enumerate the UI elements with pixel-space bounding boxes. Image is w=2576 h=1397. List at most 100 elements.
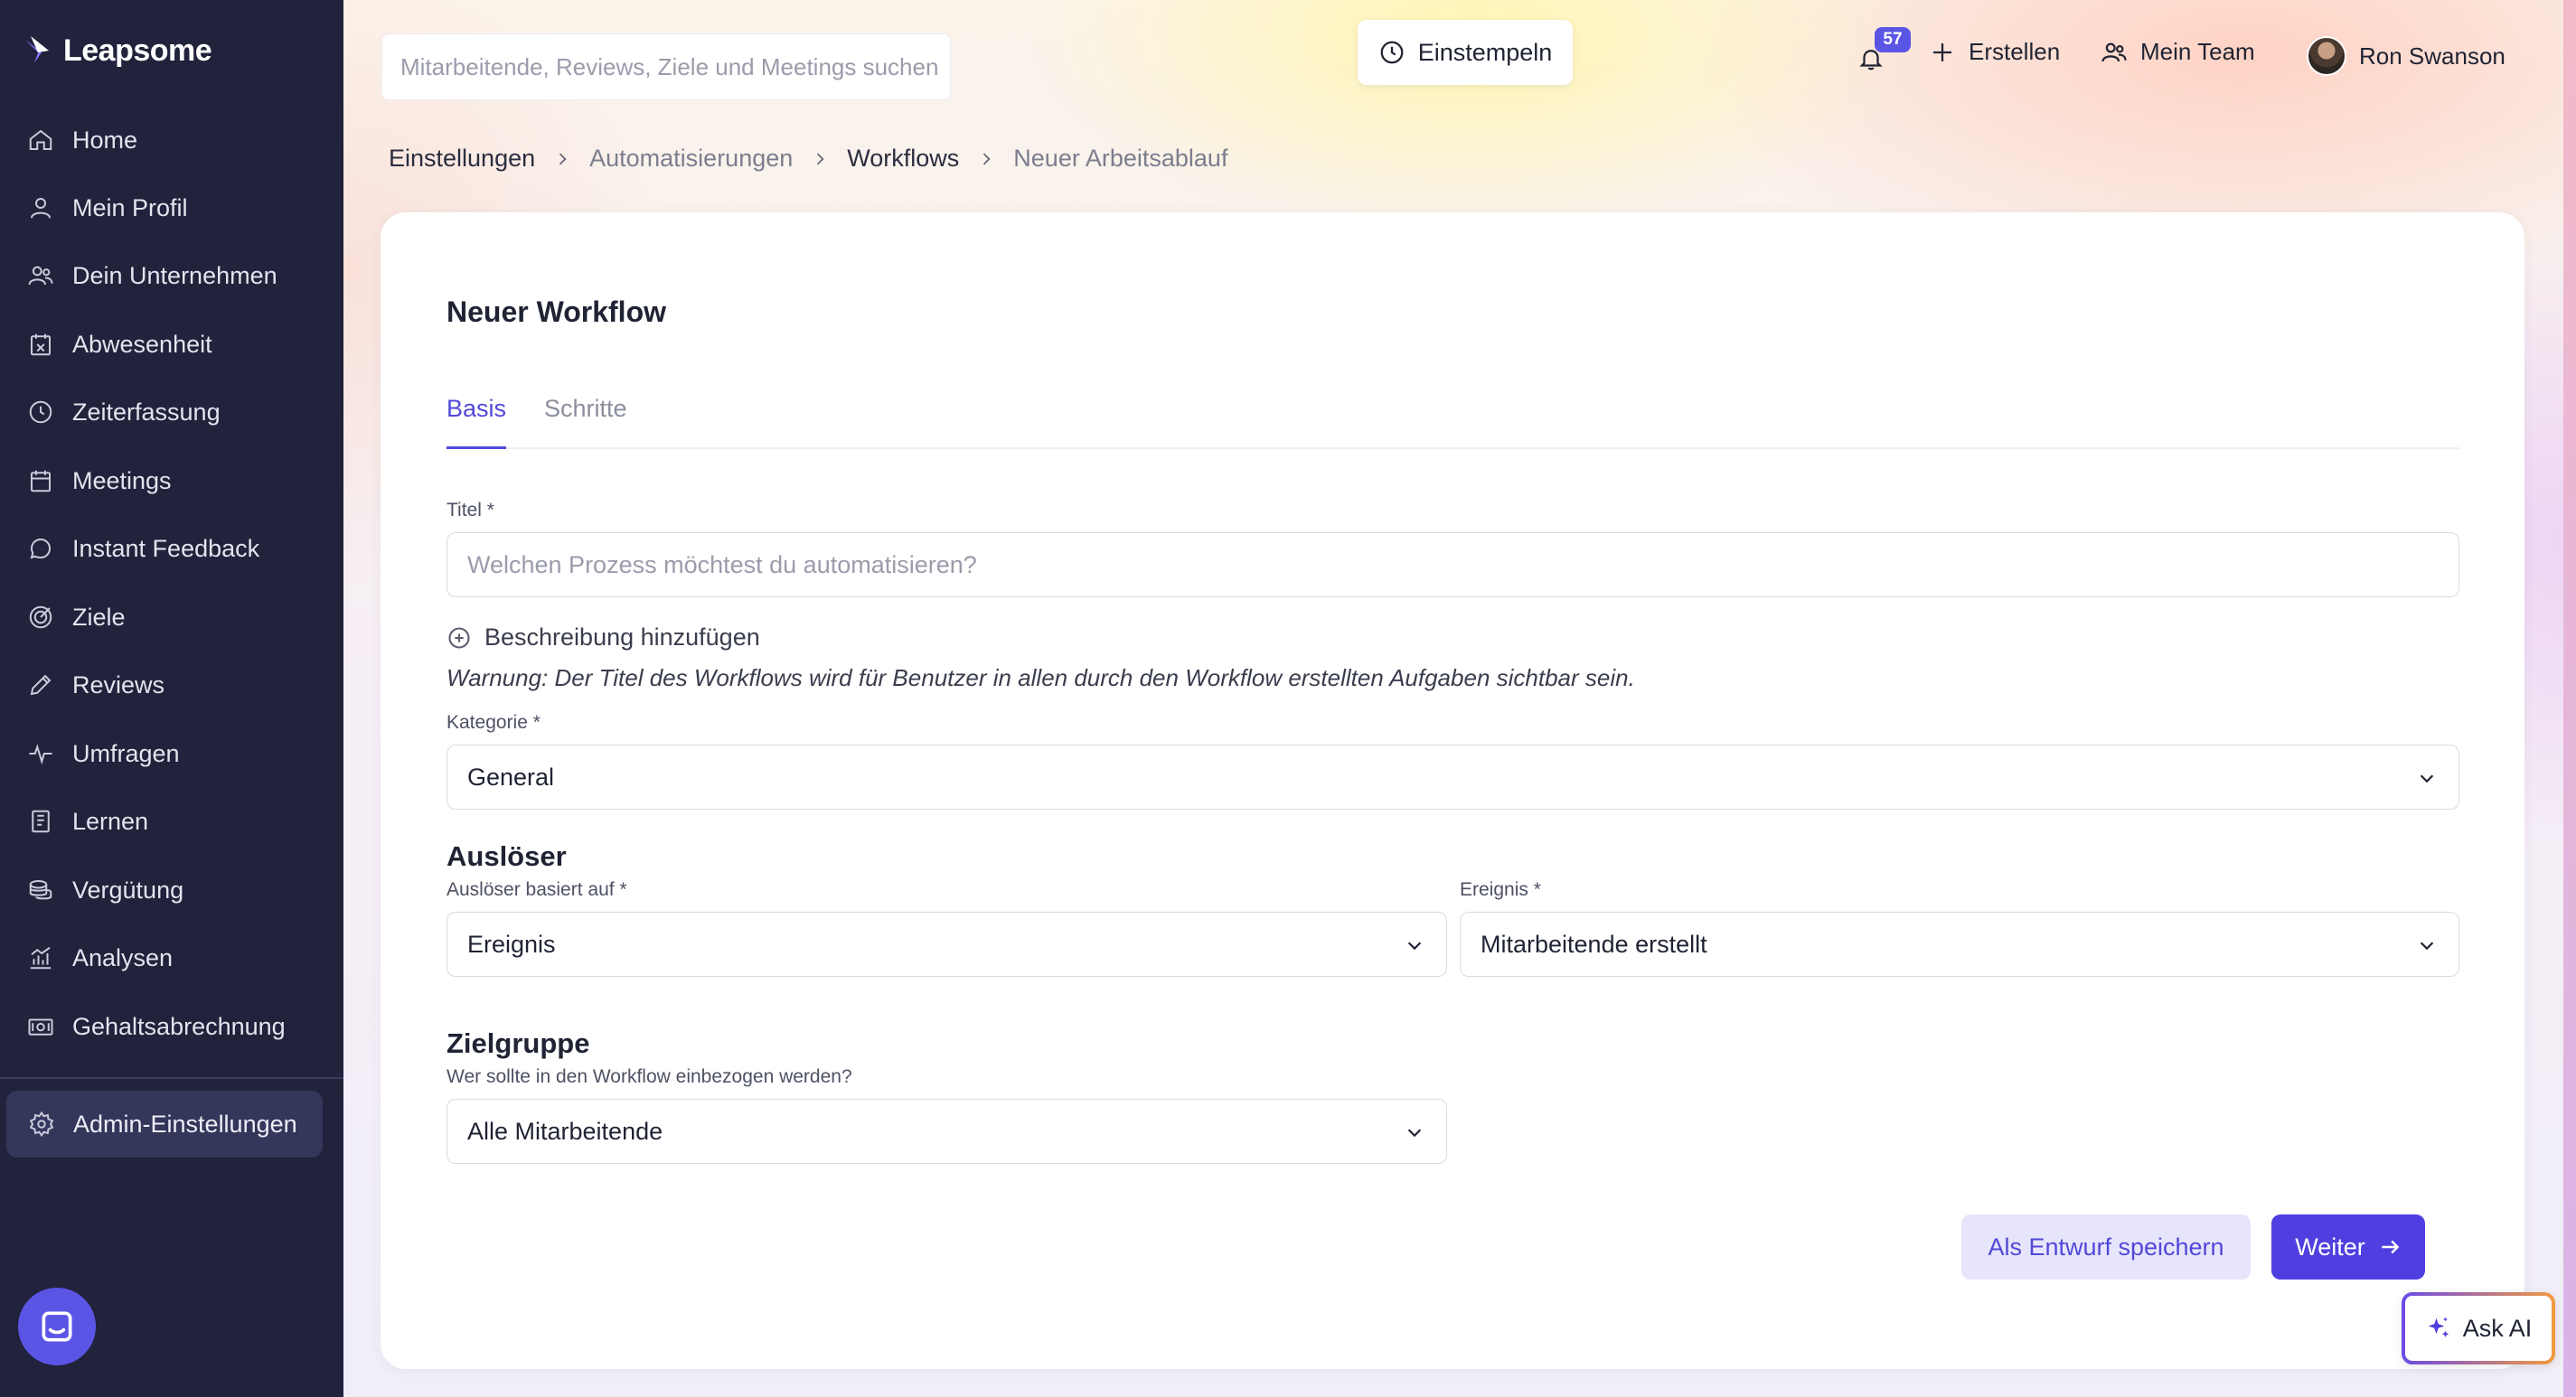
title-input[interactable] [467,550,2458,579]
save-draft-button[interactable]: Als Entwurf speichern [1961,1214,2251,1280]
support-chat-button[interactable] [18,1288,96,1365]
search-field[interactable] [381,33,951,100]
next-label: Weiter [2295,1233,2365,1261]
breadcrumb: Einstellungen Automatisierungen Workflow… [389,145,1227,173]
add-description-button[interactable]: Beschreibung hinzufügen [447,623,760,652]
create-button[interactable]: Erstellen [1929,38,2060,66]
breadcrumb-automatisierungen[interactable]: Automatisierungen [589,145,793,173]
chevron-right-icon [983,153,991,164]
sidebar-item-label: Vergütung [72,876,184,904]
sidebar-item-meetings[interactable]: Meetings [27,458,172,503]
sidebar-item-analysen[interactable]: Analysen [27,935,173,980]
sidebar-item-ziele[interactable]: Ziele [27,595,126,640]
tab-schritte[interactable]: Schritte [544,395,627,449]
breadcrumb-workflows[interactable]: Workflows [847,145,959,173]
category-select[interactable]: General [447,745,2459,810]
category-field-label: Kategorie * [447,712,541,733]
trigger-based-label: Auslöser basiert auf * [447,879,627,900]
target-icon [29,605,52,629]
sidebar-divider [0,1077,343,1079]
clock-in-label: Einstempeln [1417,38,1553,66]
sidebar-item-label: Lernen [72,807,149,835]
user-menu[interactable]: Ron Swanson [2307,36,2505,76]
audience-select[interactable]: Alle Mitarbeitende [447,1099,1447,1164]
notification-badge: 57 [1875,27,1911,52]
clock-in-button[interactable]: Einstempeln [1358,20,1573,85]
pulse-icon [29,744,52,765]
chevron-down-icon [1407,942,1422,951]
clock-icon [29,400,52,424]
leapsome-logo-icon [25,36,49,63]
plus-circle-icon [448,626,470,649]
trigger-based-select[interactable]: Ereignis [447,912,1447,977]
tab-basis[interactable]: Basis [447,395,507,449]
event-value: Mitarbeitende erstellt [1481,930,1707,958]
chevron-down-icon [1407,1129,1422,1138]
next-button[interactable]: Weiter [2271,1214,2425,1280]
sidebar-item-label: Mein Profil [72,193,188,221]
home-icon [29,129,52,150]
search-input[interactable] [400,52,950,81]
logo-text: Leapsome [63,33,212,68]
chat-support-icon [42,1311,72,1342]
category-value: General [467,763,555,791]
sparkles-icon [2428,1317,2449,1337]
sidebar-item-reviews[interactable]: Reviews [27,662,165,708]
users-icon [28,266,53,286]
page-title: Neuer Workflow [447,295,666,328]
sidebar-item-label: Home [72,126,138,154]
ask-ai-label: Ask AI [2462,1314,2533,1342]
gear-icon [29,1111,54,1138]
sidebar-item-dein-unternehmen[interactable]: Dein Unternehmen [27,253,277,298]
sidebar-item-label: Reviews [72,670,165,698]
audience-value: Alle Mitarbeitende [467,1117,663,1145]
breadcrumb-einstellungen[interactable]: Einstellungen [389,145,535,173]
sidebar-item-label: Ziele [72,603,126,631]
chevron-right-icon [559,153,567,164]
chart-icon [30,946,52,970]
audience-hint: Wer sollte in den Workflow einbezogen we… [447,1066,852,1087]
sidebar-item-label: Admin-Einstellungen [73,1110,297,1138]
event-field-label: Ereignis * [1460,879,1541,900]
sidebar-item-lernen[interactable]: Lernen [27,799,148,844]
form-tabs: Basis Schritte [447,395,2459,449]
sidebar-item-admin-einstellungen[interactable]: Admin-Einstellungen [6,1091,323,1158]
ask-ai-button[interactable]: Ask AI [2402,1292,2555,1364]
chevron-right-icon [817,153,824,164]
team-icon [2101,42,2127,61]
sidebar-item-zeiterfassung[interactable]: Zeiterfassung [27,389,221,435]
leapsome-logo[interactable]: Leapsome [22,33,212,69]
my-team-button[interactable]: Mein Team [2101,38,2255,66]
sidebar-item-home[interactable]: Home [27,117,137,163]
cash-icon [28,1018,53,1036]
my-team-label: Mein Team [2140,38,2255,65]
pencil-icon [30,674,52,696]
add-description-label: Beschreibung hinzufügen [484,623,760,651]
sidebar-item-instant-feedback[interactable]: Instant Feedback [27,526,259,571]
notifications-button[interactable]: 57 [1850,27,1913,90]
arrow-right-icon [2382,1240,2400,1254]
sidebar-item-gehaltsabrechnung[interactable]: Gehaltsabrechnung [27,1004,286,1049]
plus-icon [1933,42,1951,61]
trigger-based-value: Ereignis [467,930,556,958]
sidebar-item-label: Umfragen [72,739,180,767]
sidebar-item-abwesenheit[interactable]: Abwesenheit [27,322,212,367]
sidebar-item-label: Meetings [72,466,172,494]
sidebar-item-umfragen[interactable]: Umfragen [27,731,180,776]
user-icon [31,198,51,219]
clock-icon [1380,41,1404,64]
event-select[interactable]: Mitarbeitende erstellt [1460,912,2459,977]
chevron-down-icon [2420,942,2434,951]
title-field[interactable] [447,532,2459,597]
sidebar-item-label: Instant Feedback [72,534,260,562]
sidebar-item-label: Analysen [72,943,174,971]
user-name: Ron Swanson [2359,42,2505,70]
main-area: Einstempeln 57 Erstellen Mein Team Ron S… [343,0,2576,1397]
sidebar-item-label: Zeiterfassung [72,398,221,426]
sidebar-item-label: Abwesenheit [72,330,212,358]
sidebar-item-mein-profil[interactable]: Mein Profil [27,185,188,230]
sidebar-item-label: Dein Unternehmen [72,261,277,289]
avatar [2307,36,2346,76]
title-warning: Warnung: Der Titel des Workflows wird fü… [447,664,1635,691]
sidebar-item-verguetung[interactable]: Vergütung [27,867,183,913]
